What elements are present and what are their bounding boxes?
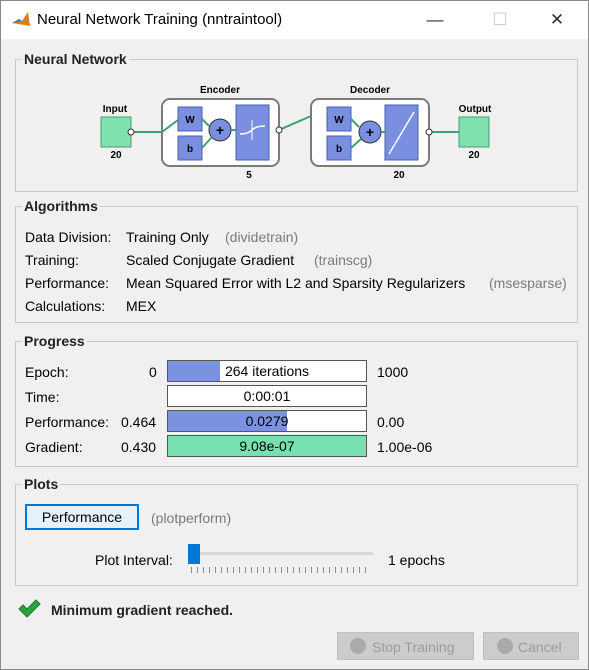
algo-value-calculations: MEX bbox=[126, 298, 157, 314]
minimize-button[interactable]: — bbox=[415, 5, 455, 35]
algo-label-training: Training: bbox=[25, 252, 79, 268]
svg-text:W: W bbox=[334, 115, 344, 126]
matlab-icon bbox=[12, 12, 30, 26]
svg-text:b: b bbox=[187, 144, 193, 155]
cancel-label: Cancel bbox=[518, 639, 562, 655]
encoder-size: 5 bbox=[246, 170, 252, 181]
plot-interval-slider[interactable] bbox=[188, 552, 373, 555]
gradient-max: 1.00e-06 bbox=[377, 439, 433, 455]
algo-code-training: (trainscg) bbox=[314, 252, 373, 268]
algo-label-performance: Performance: bbox=[25, 275, 110, 291]
close-icon: ✕ bbox=[549, 10, 565, 29]
performance-progress-text: 0.0279 bbox=[245, 413, 289, 429]
algo-code-division: (dividetrain) bbox=[225, 229, 299, 245]
checkmark-icon bbox=[18, 599, 41, 618]
algo-code-performance: (msesparse) bbox=[489, 275, 567, 291]
stop-training-label: Stop Training bbox=[372, 639, 455, 655]
performance-progress-bar: 0.0279 bbox=[167, 410, 367, 432]
algo-value-performance: Mean Squared Error with L2 and Sparsity … bbox=[126, 275, 466, 291]
input-label: Input bbox=[103, 104, 128, 115]
epoch-max: 1000 bbox=[377, 364, 409, 380]
svg-text:b: b bbox=[336, 144, 342, 155]
input-node bbox=[100, 116, 132, 148]
time-label: Time: bbox=[25, 389, 60, 405]
close-button[interactable]: ✕ bbox=[537, 5, 577, 35]
algo-label-calculations: Calculations: bbox=[25, 298, 106, 314]
gradient-progress-bar: 9.08e-07 bbox=[167, 435, 367, 457]
performance-min: 0.464 bbox=[121, 414, 157, 430]
maximize-button: ☐ bbox=[480, 5, 520, 35]
maximize-icon: ☐ bbox=[492, 10, 508, 29]
plot-interval-value: 1 epochs bbox=[388, 552, 445, 568]
gradient-min: 0.430 bbox=[121, 439, 157, 455]
cancel-button: Cancel bbox=[483, 632, 579, 660]
encoder-label: Encoder bbox=[200, 85, 240, 96]
stop-icon bbox=[350, 638, 366, 654]
input-size: 20 bbox=[110, 150, 122, 161]
plots-title: Plots bbox=[22, 476, 61, 492]
epoch-min: 0 bbox=[149, 364, 157, 380]
algo-value-training: Scaled Conjugate Gradient bbox=[126, 252, 295, 268]
epoch-progress-text: 264 iterations bbox=[224, 363, 310, 379]
algo-value-division: Training Only bbox=[126, 229, 209, 245]
plot-interval-label: Plot Interval: bbox=[95, 552, 173, 568]
algorithms-panel: Algorithms Data Division: Training Only … bbox=[15, 198, 578, 323]
time-progress-text: 0:00:01 bbox=[243, 388, 291, 404]
time-progress-bar: 0:00:01 bbox=[167, 385, 367, 407]
decoder-label: Decoder bbox=[350, 85, 390, 96]
algorithms-title: Algorithms bbox=[22, 198, 100, 214]
minimize-icon: — bbox=[426, 10, 444, 29]
gradient-progress-text: 9.08e-07 bbox=[239, 438, 295, 454]
output-node bbox=[458, 116, 490, 148]
svg-text:+: + bbox=[366, 124, 374, 140]
stop-training-button: Stop Training bbox=[337, 632, 474, 660]
title-bar: Neural Network Training (nntraintool) — … bbox=[1, 1, 588, 39]
plot-interval-thumb[interactable] bbox=[188, 544, 200, 564]
plot-interval-ticks bbox=[191, 567, 371, 573]
network-diagram: Input Encoder Decoder Output 20 W b + 5 … bbox=[100, 85, 492, 181]
window-title: Neural Network Training (nntraintool) bbox=[37, 11, 283, 28]
cancel-icon bbox=[497, 638, 513, 654]
algo-label-division: Data Division: bbox=[25, 229, 112, 245]
nntraintool-window: Neural Network Training (nntraintool) — … bbox=[0, 0, 589, 670]
decoder-size: 20 bbox=[393, 170, 405, 181]
svg-text:+: + bbox=[216, 122, 224, 138]
performance-label: Performance: bbox=[25, 414, 110, 430]
plot-performance-code: (plotperform) bbox=[151, 510, 232, 526]
performance-max: 0.00 bbox=[377, 414, 405, 430]
output-label: Output bbox=[459, 104, 492, 115]
gradient-label: Gradient: bbox=[25, 439, 83, 455]
epoch-label: Epoch: bbox=[25, 364, 69, 380]
output-size: 20 bbox=[468, 150, 480, 161]
status-text: Minimum gradient reached. bbox=[51, 602, 234, 618]
neural-network-panel: Neural Network Input Encoder Decoder Out… bbox=[15, 51, 578, 192]
svg-text:W: W bbox=[185, 115, 195, 126]
progress-title: Progress bbox=[22, 333, 87, 349]
progress-panel: Progress Epoch: 0 264 iterations 1000 Ti… bbox=[15, 333, 578, 467]
epoch-progress-bar: 264 iterations bbox=[167, 360, 367, 382]
plot-performance-button[interactable]: Performance bbox=[25, 504, 139, 530]
